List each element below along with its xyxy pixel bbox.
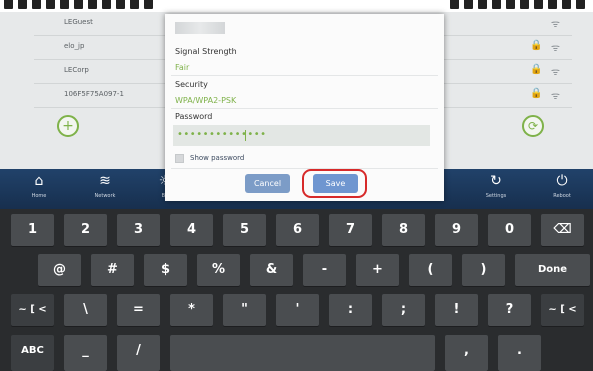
space-key[interactable] <box>170 335 435 371</box>
key-underscore[interactable]: _ <box>64 335 107 371</box>
wifi-connect-dialog: Signal Strength Fair Security WPA/WPA2-P… <box>165 14 444 201</box>
key-colon[interactable]: : <box>329 294 372 326</box>
key-hash[interactable]: # <box>91 254 134 286</box>
settings-icon: ↻ <box>490 173 502 189</box>
refresh-networks-button[interactable]: ⟳ <box>522 115 544 137</box>
key-5[interactable]: 5 <box>223 214 266 246</box>
done-key[interactable]: Done <box>515 254 590 286</box>
key-slash[interactable]: / <box>117 335 160 371</box>
text-cursor <box>245 130 246 141</box>
password-input[interactable]: •••••••••••••• <box>173 125 430 146</box>
key-0[interactable]: 0 <box>488 214 531 246</box>
key-3[interactable]: 3 <box>117 214 160 246</box>
key-9[interactable]: 9 <box>435 214 478 246</box>
key-question[interactable]: ? <box>488 294 531 326</box>
wifi-signal-icon: ᯤ <box>550 91 560 102</box>
key-ampersand[interactable]: & <box>250 254 293 286</box>
show-password-checkbox[interactable] <box>175 154 184 163</box>
nav-reboot[interactable]: ⏻ Reboot <box>537 173 587 199</box>
key-comma[interactable]: , <box>445 335 488 371</box>
abc-key[interactable]: ABC <box>11 335 54 371</box>
key-at[interactable]: @ <box>38 254 81 286</box>
key-2[interactable]: 2 <box>64 214 107 246</box>
home-icon: ⌂ <box>34 173 44 189</box>
wifi-signal-icon: ᯤ <box>550 67 560 78</box>
key-period[interactable]: . <box>498 335 541 371</box>
security-label: Security <box>175 80 208 89</box>
key-4[interactable]: 4 <box>170 214 213 246</box>
show-password-label[interactable]: Show password <box>190 154 244 162</box>
network-ssid: LEGuest <box>64 18 93 26</box>
wifi-icon: ≋ <box>99 173 111 189</box>
key-1[interactable]: 1 <box>11 214 54 246</box>
key-open-paren[interactable]: ( <box>409 254 452 286</box>
key-close-paren[interactable]: ) <box>462 254 505 286</box>
key-8[interactable]: 8 <box>382 214 425 246</box>
power-icon: ⏻ <box>556 173 568 189</box>
wifi-signal-icon: ᯤ <box>550 19 560 30</box>
cancel-button[interactable]: Cancel <box>245 174 290 193</box>
key-plus[interactable]: + <box>356 254 399 286</box>
key-7[interactable]: 7 <box>329 214 372 246</box>
network-ssid: LECorp <box>64 66 89 74</box>
security-value: WPA/WPA2-PSK <box>175 96 237 105</box>
key-minus[interactable]: - <box>303 254 346 286</box>
signal-strength-value: Fair <box>175 63 190 72</box>
wifi-signal-icon: ᯤ <box>550 43 560 54</box>
password-masked-value: •••••••••••••• <box>177 129 267 140</box>
key-backslash[interactable]: \ <box>64 294 107 326</box>
key-asterisk[interactable]: * <box>170 294 213 326</box>
key-exclamation[interactable]: ! <box>435 294 478 326</box>
shift-symbols-key[interactable]: ~ [ < <box>541 294 584 326</box>
key-double-quote[interactable]: " <box>223 294 266 326</box>
nav-home[interactable]: ⌂ Home <box>14 173 64 199</box>
key-dollar[interactable]: $ <box>144 254 187 286</box>
partial-banner-text <box>0 0 593 12</box>
backspace-key[interactable]: ⌫ <box>541 214 584 246</box>
onscreen-keyboard: 1 2 3 4 5 6 7 8 9 0 ⌫ @ # $ % & - + ( ) … <box>0 209 593 371</box>
save-button-highlight <box>302 169 367 198</box>
password-label: Password <box>175 112 213 121</box>
key-equals[interactable]: = <box>117 294 160 326</box>
nav-settings[interactable]: ↻ Settings <box>471 173 521 199</box>
key-single-quote[interactable]: ' <box>276 294 319 326</box>
key-percent[interactable]: % <box>197 254 240 286</box>
lock-icon: 🔒 <box>530 40 543 51</box>
network-ssid: 106F5F75A097-1 <box>64 90 124 98</box>
nav-network[interactable]: ≋ Network <box>80 173 130 199</box>
lock-icon: 🔒 <box>530 88 543 99</box>
add-network-button[interactable]: + <box>57 115 79 137</box>
network-ssid: elo_jp <box>64 42 85 50</box>
key-semicolon[interactable]: ; <box>382 294 425 326</box>
key-6[interactable]: 6 <box>276 214 319 246</box>
signal-strength-label: Signal Strength <box>175 47 237 56</box>
lock-icon: 🔒 <box>530 64 543 75</box>
shift-symbols-key[interactable]: ~ [ < <box>11 294 54 326</box>
dialog-title-redacted <box>175 22 225 34</box>
